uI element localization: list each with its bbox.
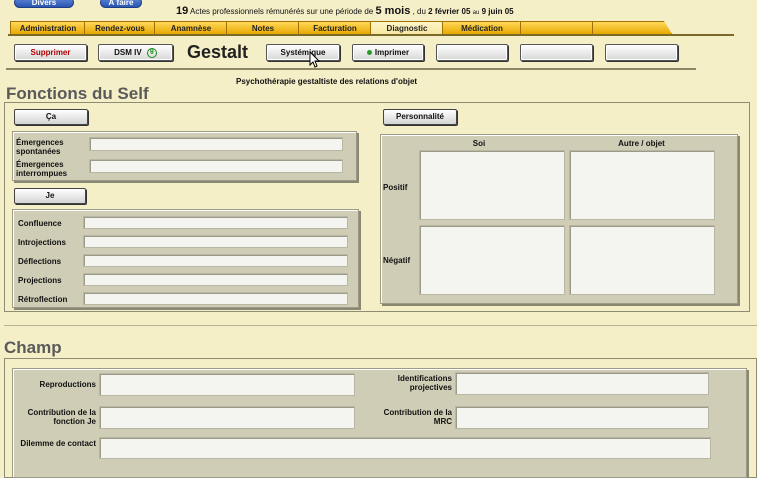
systemic-button[interactable]: Systémique [266,44,340,61]
acts-count: 19 [176,5,189,17]
ca-field-label-1: Émergences spontanées [16,138,64,156]
delete-button[interactable]: Supprimer [14,44,87,61]
empty-button-1[interactable] [436,44,508,61]
grid-row-negatif: Négatif [383,256,411,265]
tab-empty-1[interactable] [520,21,600,34]
tab-diagnostic[interactable]: Diagnostic [370,21,450,34]
page-title: Gestalt [187,42,249,62]
positif-autre-field[interactable] [569,150,715,220]
positif-soi-field[interactable] [419,150,565,220]
acts-date-to: 9 juin 05 [481,7,514,16]
retroflection-field[interactable] [83,292,348,305]
print-button[interactable]: Imprimer [352,44,424,61]
section-heading-self: Fonctions du Self [6,84,149,103]
reproductions-field[interactable] [99,373,355,396]
emergences-interrompues-field[interactable] [89,159,343,173]
je-field-label-4: Projections [18,276,62,285]
acts-text-au: au [472,10,480,16]
acts-date-from: 2 février 05 [428,7,471,16]
confluence-field[interactable] [83,216,348,229]
theta-icon: θ [146,47,157,58]
tab-notes[interactable]: Notes [226,21,306,34]
tab-baseline [8,34,734,36]
identifications-label: Identifications projectives [397,374,452,392]
grid-row-positif: Positif [383,183,408,192]
acts-text: Actes professionnels rémunérés sur une p… [190,7,374,16]
tab-rendez-vous[interactable]: Rendez-vous [84,21,162,34]
tab-empty-2[interactable] [592,21,672,34]
a-faire-button[interactable]: À faire [100,0,142,8]
page-subtitle: Psychothérapie gestaltiste des relations… [236,77,418,86]
acts-summary: 19 Actes professionnels rémunérés sur un… [176,5,646,19]
je-field-label-5: Rétroflection [18,295,68,304]
je-button[interactable]: Je [14,188,86,204]
mouse-cursor-icon [309,51,321,68]
ca-button[interactable]: Ça [14,109,88,125]
personality-button[interactable]: Personnalité [383,109,457,125]
deflections-field[interactable] [83,254,348,267]
dsm-iv-label: DSM IV [114,48,142,57]
tab-anamnese[interactable]: Anamnèse [154,21,234,34]
section-heading-champ: Champ [4,338,62,357]
je-button-label: Je [45,191,55,200]
dilemme-field[interactable] [99,437,711,459]
contribution-je-label: Contribution de la fonction Je [27,408,96,426]
grid-col-autre: Autre / objet [618,139,665,148]
tab-medication[interactable]: Médication [442,21,528,34]
personality-button-label: Personnalité [395,112,444,121]
emergences-spontanees-field[interactable] [89,137,343,151]
empty-button-3[interactable] [605,44,678,61]
contribution-mrc-field[interactable] [455,406,709,429]
negatif-autre-field[interactable] [569,225,715,295]
delete-button-label: Supprimer [30,48,71,57]
negatif-soi-field[interactable] [419,225,565,295]
identifications-field[interactable] [455,372,709,395]
empty-button-2[interactable] [520,44,593,61]
je-field-label-2: Introjections [18,238,67,247]
acts-period: 5 mois [375,5,411,17]
grid-col-soi: Soi [472,139,486,148]
projections-field[interactable] [83,273,348,286]
tab-administration[interactable]: Administration [10,21,92,34]
reproductions-label: Reproductions [39,380,96,389]
je-field-label-3: Déflections [18,257,62,266]
contribution-mrc-label: Contribution de la MRC [383,408,452,426]
divers-button[interactable]: Divers [14,0,74,8]
dsm-iv-button[interactable]: DSM IV θ [98,44,173,61]
print-button-label: Imprimer [374,48,410,57]
tab-facturation[interactable]: Facturation [298,21,378,34]
contribution-je-field[interactable] [99,406,355,429]
je-field-label-1: Confluence [18,219,62,228]
ca-field-label-2: Émergences interrompues [16,160,68,178]
toolbar-divider [6,68,696,70]
section-divider [4,325,757,326]
dilemme-label: Dilemme de contact [20,439,96,448]
ca-button-label: Ça [45,112,57,121]
introjections-field[interactable] [83,235,348,248]
print-indicator-icon [366,50,372,56]
acts-text-du: , du [412,7,426,16]
